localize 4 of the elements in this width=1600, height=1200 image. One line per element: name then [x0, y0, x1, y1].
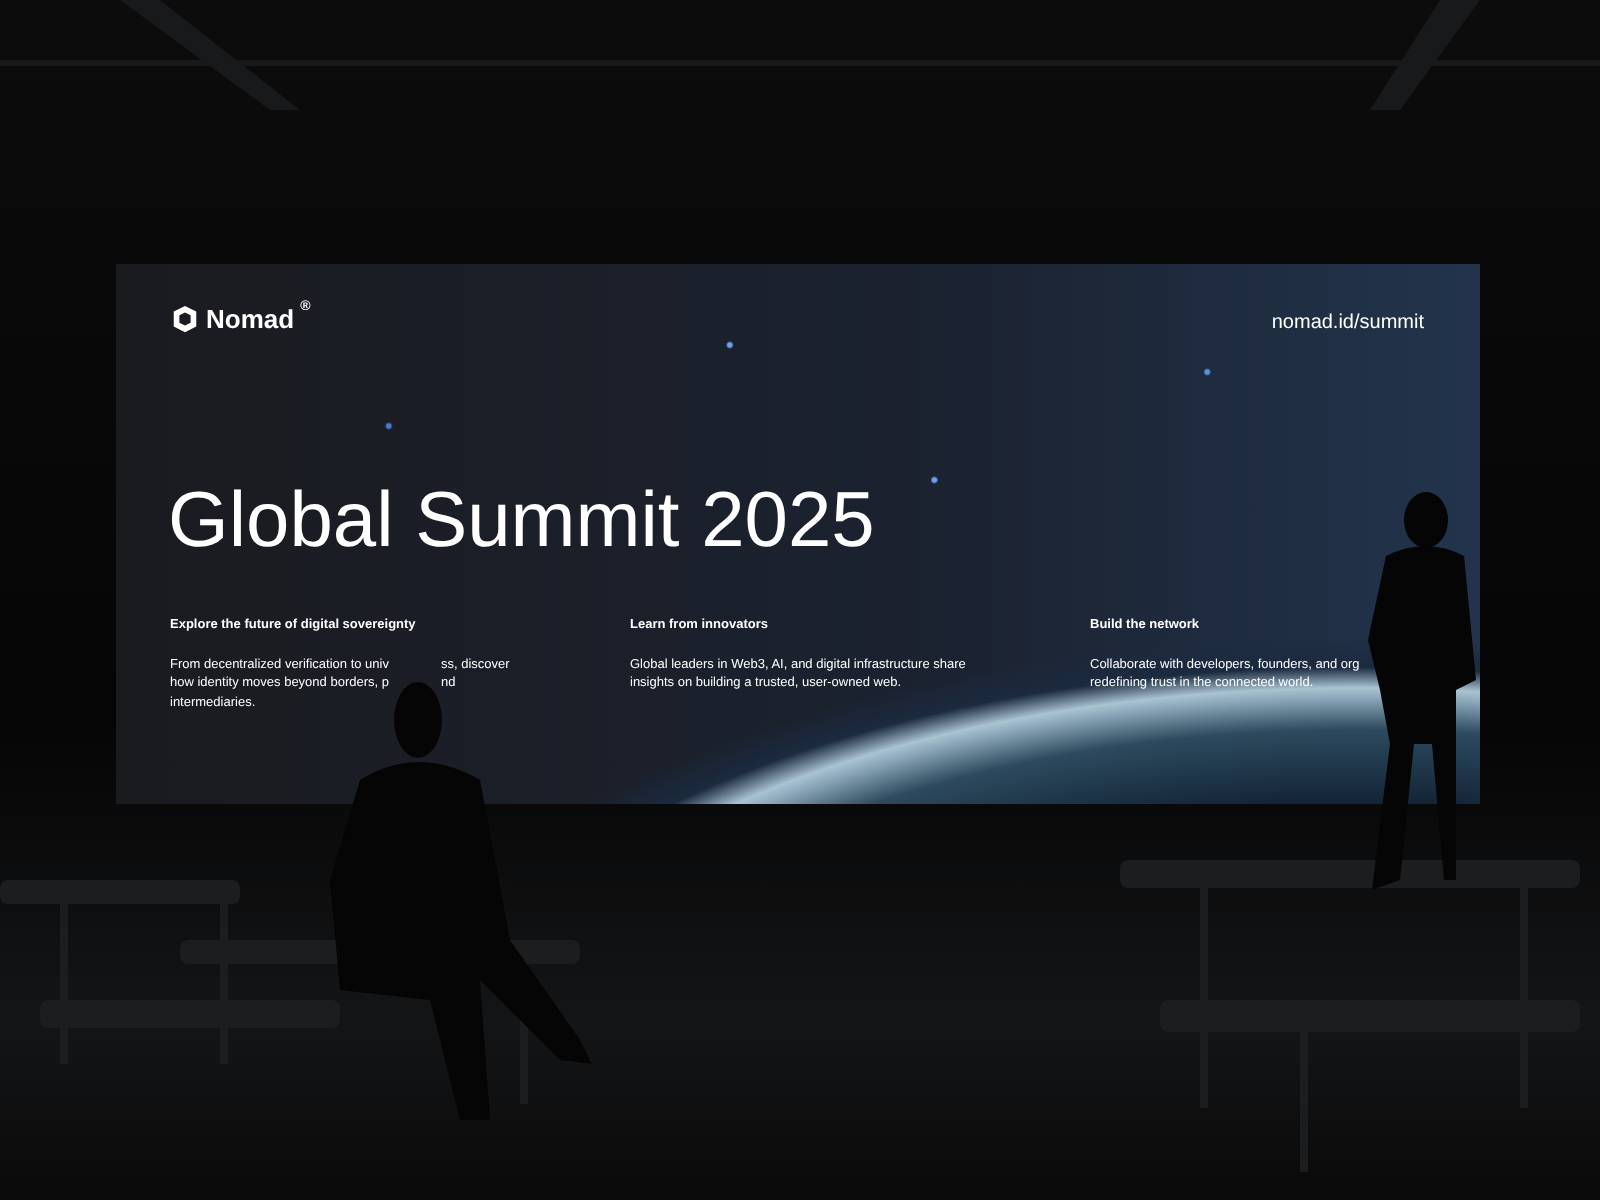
website-url: nomad.id/summit — [1271, 310, 1424, 338]
slide-title: Global Summit 2025 — [168, 476, 875, 568]
logo-text: Nomad — [206, 302, 295, 338]
logo-icon — [170, 304, 200, 335]
